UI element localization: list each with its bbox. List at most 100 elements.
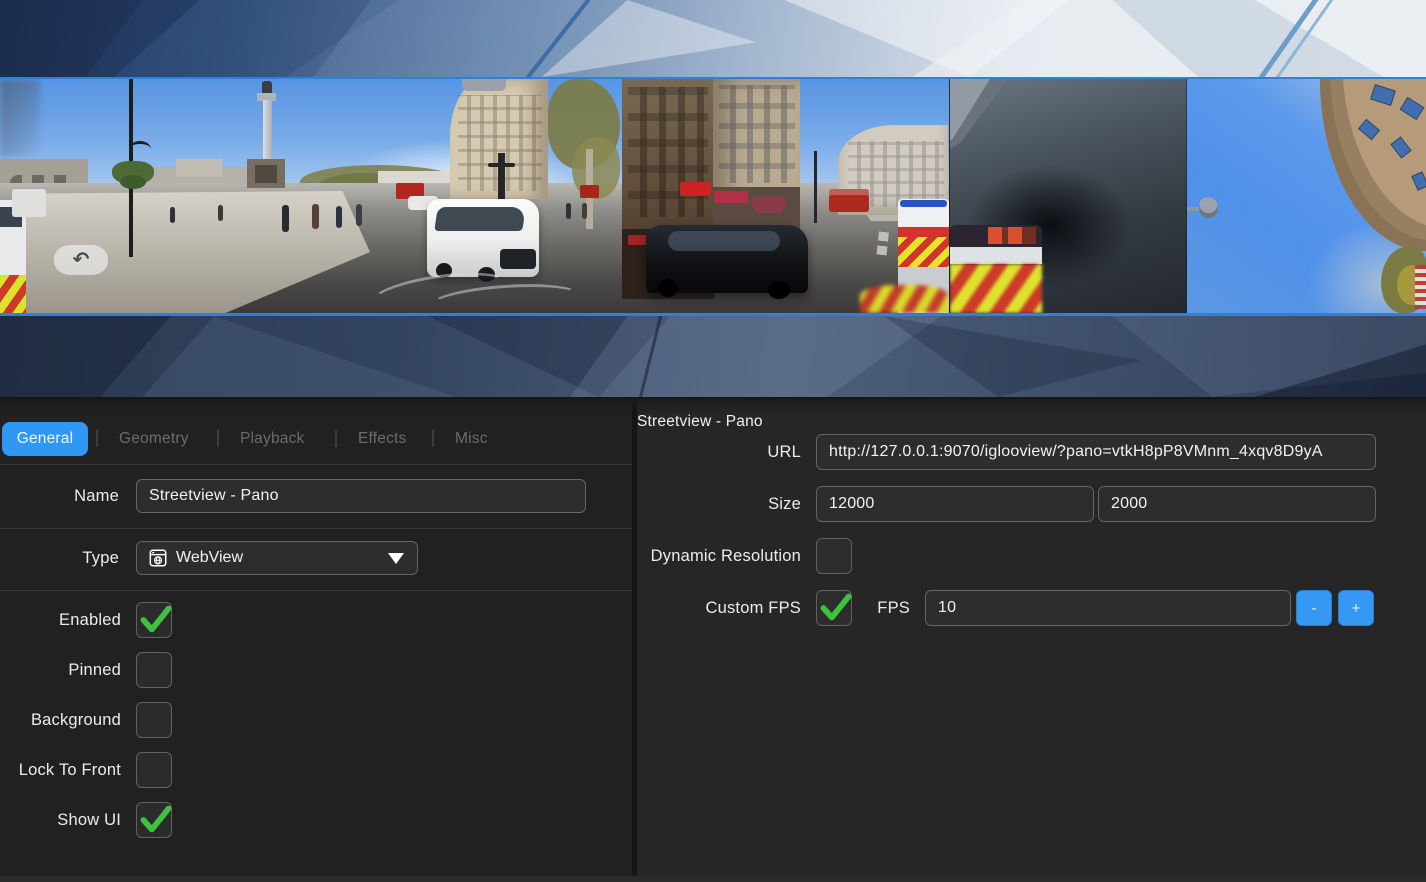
app-window: ↶: [0, 0, 1426, 882]
chevron-down-icon: [388, 553, 404, 564]
check-icon: [134, 798, 176, 840]
scene-shop-sign: [680, 182, 711, 196]
webview-icon: [149, 549, 167, 567]
scene-pedestrian: [312, 204, 319, 229]
nelson-column: [263, 100, 272, 160]
scene-pedestrian: [170, 207, 175, 223]
scene-windows: [1370, 84, 1396, 106]
check-icon: [814, 586, 856, 628]
lock-to-front-checkbox[interactable]: [136, 752, 172, 788]
type-value: WebView: [176, 549, 243, 567]
scene-pedestrian: [566, 203, 571, 219]
scene-building: [176, 159, 222, 177]
scene-lamp-from-below: [1199, 197, 1218, 218]
scene-windows: [628, 87, 708, 217]
check-icon: [134, 598, 176, 640]
scene-windows: [1358, 119, 1380, 141]
scene-awning: [752, 197, 786, 213]
properties-title: Streetview - Pano: [637, 413, 763, 431]
tab-general[interactable]: General: [2, 422, 88, 456]
size-label: Size: [637, 486, 801, 522]
streetview-arrow-watermark: ↶: [54, 245, 108, 275]
background-checkbox[interactable]: [136, 702, 172, 738]
bottom-banner: [0, 316, 1426, 397]
panel-bottom-edge: [0, 876, 1426, 882]
pinned-label: Pinned: [0, 652, 121, 688]
scene-hanging-basket: [120, 175, 146, 189]
scene-shop-sign: [714, 191, 748, 203]
scene-black-taxi: [668, 231, 780, 251]
pano-ground-segment: [949, 79, 1187, 313]
panorama-preview[interactable]: ↶: [0, 79, 1426, 313]
scene-windows: [1390, 136, 1411, 158]
scene-van: [0, 275, 26, 313]
enabled-checkbox[interactable]: [136, 602, 172, 638]
lock-to-front-label: Lock To Front: [0, 752, 121, 788]
scene-red-bus: [580, 185, 599, 198]
camera-car-hood: [860, 285, 949, 313]
size-height-input[interactable]: [1098, 486, 1376, 522]
tab-divider: [335, 430, 337, 447]
scene-pedestrian: [356, 204, 362, 226]
pano-sky-segment: [1187, 79, 1426, 313]
enabled-label: Enabled: [0, 602, 121, 638]
scene-building: [462, 79, 506, 91]
tab-divider: [217, 430, 219, 447]
panel-top-shadow: [0, 399, 1426, 413]
scene-windows: [1400, 97, 1425, 120]
scene-windows: [1411, 171, 1426, 190]
tab-misc[interactable]: Misc: [455, 422, 488, 456]
scene-police-van-front: [950, 264, 1042, 313]
scene-pedestrian: [218, 205, 223, 221]
scene-edge-artifact: [1415, 265, 1426, 309]
scene-police-van: [900, 200, 947, 207]
top-banner: [0, 0, 1426, 77]
scene-shape: [0, 79, 40, 157]
show-ui-label: Show UI: [0, 802, 121, 838]
fps-decrement-button[interactable]: -: [1296, 590, 1332, 626]
background-label: Background: [0, 702, 121, 738]
pinned-checkbox[interactable]: [136, 652, 172, 688]
size-width-input[interactable]: [816, 486, 1094, 522]
dynamic-resolution-checkbox[interactable]: [816, 538, 852, 574]
scene-fisheye-building: [1320, 79, 1426, 251]
tab-divider: [432, 430, 434, 447]
scene-police-van-front: [950, 247, 1042, 264]
general-settings-pane: General Geometry Playback Effects Misc N…: [0, 399, 632, 882]
fps-label: FPS: [860, 590, 910, 626]
show-ui-checkbox[interactable]: [136, 802, 172, 838]
scene-black-taxi: [658, 279, 678, 297]
scene-white-minivan: [434, 207, 525, 231]
name-input[interactable]: [136, 479, 586, 513]
url-input[interactable]: [816, 434, 1376, 470]
row-separator: [0, 528, 632, 529]
name-label: Name: [0, 479, 119, 513]
scene-lamp-post: [129, 141, 151, 157]
scene-black-taxi: [768, 281, 790, 299]
nelson-column-pedestal: [255, 165, 277, 183]
scene-lamp-post: [814, 151, 817, 223]
scene-pedestrian: [282, 205, 289, 232]
tab-effects[interactable]: Effects: [358, 422, 407, 456]
scene-white-minivan: [500, 249, 536, 269]
fps-increment-button[interactable]: +: [1338, 590, 1374, 626]
tab-divider: [96, 430, 98, 447]
scene-pedestrian: [582, 203, 587, 219]
scene-pedestrian: [336, 206, 342, 228]
scene-police-van-front: [988, 227, 1036, 244]
fps-input[interactable]: [925, 590, 1291, 626]
url-label: URL: [637, 434, 801, 470]
scene-police-van: [898, 237, 949, 267]
scene-truck: [12, 189, 46, 217]
tab-geometry[interactable]: Geometry: [119, 422, 189, 456]
scene-shop-sign: [628, 235, 646, 245]
settings-panel: General Geometry Playback Effects Misc N…: [0, 397, 1426, 882]
row-separator: [0, 464, 632, 465]
custom-fps-checkbox[interactable]: [816, 590, 852, 626]
type-label: Type: [0, 541, 119, 575]
scene-lamp-post: [488, 163, 515, 167]
pano-street-segment: ↶: [0, 79, 949, 313]
type-dropdown[interactable]: WebView: [136, 541, 418, 575]
tab-playback[interactable]: Playback: [240, 422, 305, 456]
scene-windows: [719, 85, 795, 183]
